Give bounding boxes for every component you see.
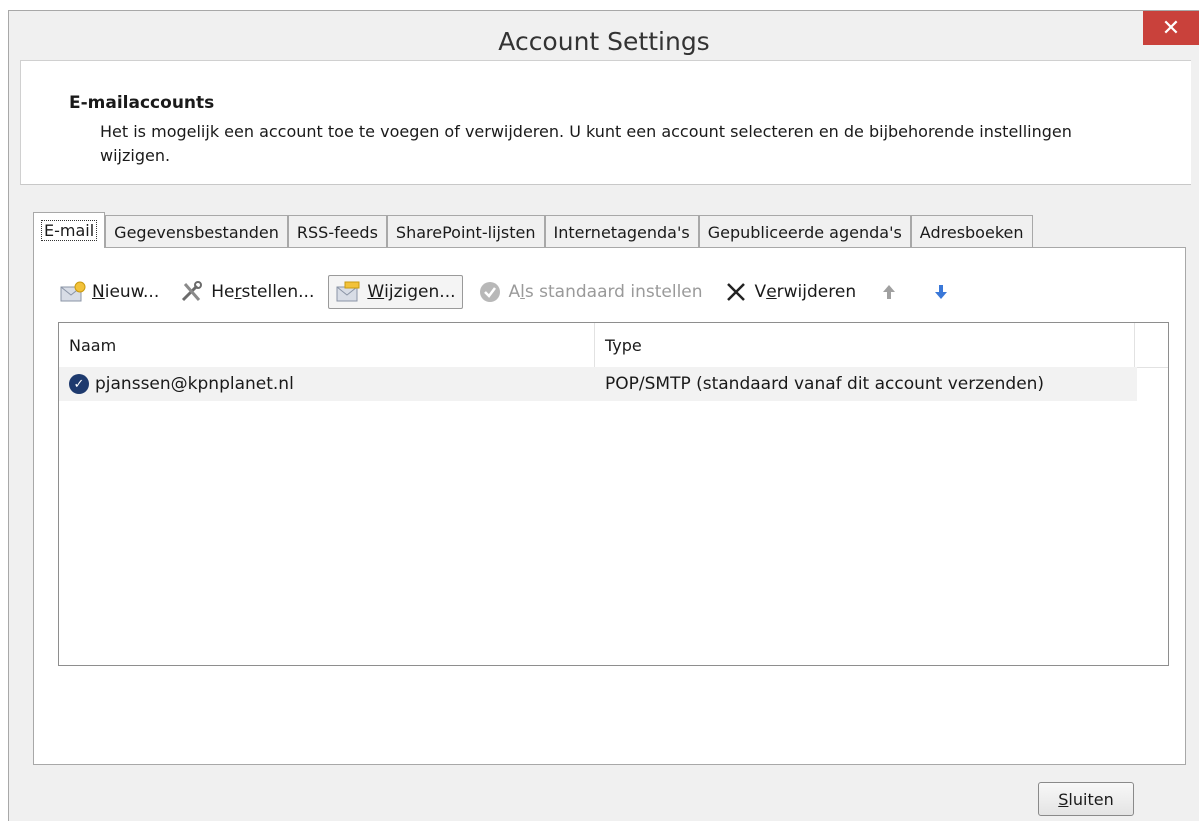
table-row[interactable]: ✓ pjanssen@kpnplanet.nl POP/SMTP (standa…: [59, 367, 1137, 401]
column-header-type[interactable]: Type: [595, 323, 1135, 367]
remove-label-pre: V: [754, 282, 767, 302]
row-name-cell: ✓ pjanssen@kpnplanet.nl: [59, 367, 595, 401]
move-down-button[interactable]: [922, 275, 966, 309]
tab-label: Internetagenda's: [553, 222, 690, 242]
change-label-key: W: [367, 282, 385, 302]
close-window-button[interactable]: ✕: [1143, 11, 1199, 45]
tab-internet-calendars[interactable]: Internetagenda's: [544, 215, 699, 248]
account-list: Naam Type ✓ pjanssen@kpnplanet.nl POP/SM…: [58, 322, 1169, 666]
set-default-label-pre: A: [508, 282, 521, 302]
remove-label-post: rwijderen: [776, 282, 857, 302]
close-label-post: luiten: [1068, 789, 1114, 809]
change-account-icon: [335, 280, 361, 304]
new-account-icon: [60, 280, 86, 304]
list-header: Naam Type: [59, 323, 1168, 368]
account-type: POP/SMTP (standaard vanaf dit account ve…: [605, 374, 1045, 394]
account-name: pjanssen@kpnplanet.nl: [95, 374, 294, 394]
header-description: Het is mogelijk een account toe te voege…: [100, 122, 1072, 165]
repair-button[interactable]: He r stellen...: [173, 275, 320, 309]
arrow-down-icon: [928, 280, 954, 304]
change-account-button[interactable]: Wijzigen...: [328, 275, 463, 309]
remove-label-key: e: [766, 282, 777, 302]
email-tab-panel: Nieuw... He r stellen... Wijzigen... Als s…: [33, 247, 1186, 765]
repair-label-post: stellen...: [241, 282, 315, 302]
tab-published-calendars[interactable]: Gepubliceerde agenda's: [698, 215, 911, 248]
change-label-post: ijzigen...: [384, 282, 456, 302]
tab-label: SharePoint-lijsten: [395, 222, 536, 242]
new-label-key: N: [92, 282, 105, 302]
tab-data-files[interactable]: Gegevensbestanden: [105, 215, 288, 248]
window-title: Account Settings: [498, 27, 710, 56]
tab-label: RSS-feeds: [296, 222, 378, 242]
new-account-button[interactable]: Nieuw...: [54, 275, 165, 309]
tab-address-books[interactable]: Adresboeken: [910, 215, 1033, 248]
close-button[interactable]: Sluiten: [1038, 782, 1134, 816]
tab-email[interactable]: E-mail: [33, 212, 106, 248]
arrow-up-icon: [876, 280, 902, 304]
tab-label: Gepubliceerde agenda's: [707, 222, 902, 242]
column-header-name[interactable]: Naam: [59, 323, 595, 367]
repair-label-key: r: [234, 282, 242, 302]
toolbar: Nieuw... He r stellen... Wijzigen... Als s…: [54, 274, 974, 310]
close-label-key: S: [1058, 789, 1069, 809]
tab-label: Gegevensbestanden: [114, 222, 279, 242]
delete-x-icon: [723, 280, 749, 304]
tab-sharepoint-lists[interactable]: SharePoint-lijsten: [386, 215, 545, 248]
header-title: E-mailaccounts: [69, 93, 215, 113]
tab-strip: E-mail Gegevensbestanden RSS-feeds Share…: [33, 212, 1033, 248]
remove-button[interactable]: Ve rwijderen: [717, 275, 863, 309]
tab-label: Adresboeken: [919, 222, 1024, 242]
tab-rss-feeds[interactable]: RSS-feeds: [287, 215, 387, 248]
set-default-button[interactable]: Als standaard instellen: [471, 275, 709, 309]
repair-tools-icon: [179, 280, 205, 304]
move-up-button[interactable]: [870, 275, 914, 309]
default-account-check-icon: ✓: [69, 374, 89, 394]
new-label-post: ieuw...: [104, 282, 160, 302]
checkmark-circle-icon: [477, 280, 503, 304]
tab-label: E-mail: [40, 220, 98, 241]
column-header-filler: [1135, 323, 1168, 367]
set-default-label-post: s standaard instellen: [524, 282, 703, 302]
repair-label-pre: He: [211, 282, 235, 302]
header-panel: E-mailaccounts Het is mogelijk een accou…: [20, 60, 1191, 185]
